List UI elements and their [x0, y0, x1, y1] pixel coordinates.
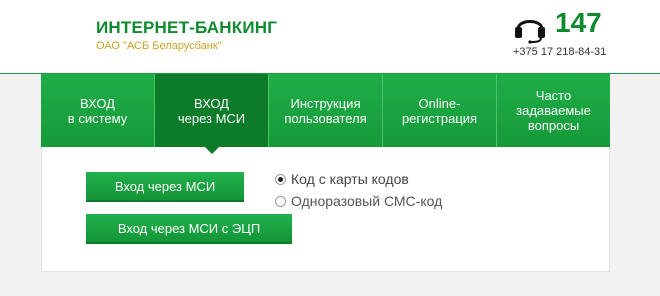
tab-label-line: Online- — [418, 95, 461, 111]
tab-label-line: пользователя — [284, 110, 367, 126]
main-tabs: ВХОД в систему ВХОД через МСИ Инструкция по… — [41, 74, 610, 154]
tab-label-line: в систему — [67, 110, 128, 126]
tab-login[interactable]: ВХОД в систему — [41, 74, 155, 147]
tab-label-line: регистрация — [401, 110, 478, 126]
auth-option-label: Одноразовый СМС-код — [291, 193, 443, 209]
tab-label-line: ВХОД — [80, 95, 115, 111]
auth-option-label: Код с карты кодов — [291, 171, 409, 187]
tab-label-line: ВХОД — [194, 95, 229, 111]
auth-option-sms[interactable]: Одноразовый СМС-код — [275, 193, 442, 209]
site-header: ИНТЕРНЕТ-БАНКИНГ ОАО "АСБ Беларусбанк" 1… — [0, 0, 660, 74]
tab-label-line: Инструкция — [290, 95, 361, 111]
short-phone-number: 147 — [555, 7, 602, 38]
tab-login-msi[interactable]: ВХОД через МСИ — [155, 74, 269, 154]
tab-faq[interactable]: Часто задаваемые вопросы — [497, 74, 610, 147]
tab-online-registration[interactable]: Online-регистрация — [383, 74, 497, 147]
brand-title[interactable]: ИНТЕРНЕТ-БАНКИНГ — [96, 18, 277, 38]
tab-label-line: задаваемые — [516, 103, 591, 118]
headset-icon — [515, 20, 545, 44]
login-msi-button[interactable]: Вход через МСИ — [86, 172, 244, 202]
radio-button[interactable] — [275, 173, 286, 185]
radio-button[interactable] — [275, 195, 286, 207]
tab-user-guide[interactable]: Инструкция пользователя — [269, 74, 383, 147]
login-msi-ecp-button[interactable]: Вход через МСИ с ЭЦП — [86, 214, 292, 244]
tab-label-line: вопросы — [527, 118, 580, 133]
tab-label-line: Часто — [535, 88, 572, 103]
brand-subtitle: ОАО "АСБ Беларусбанк" — [96, 40, 222, 52]
tab-label-line: через МСИ — [177, 110, 246, 126]
full-phone-number: +375 17 218-84-31 — [513, 46, 607, 58]
auth-option-code-card[interactable]: Код с карты кодов — [275, 171, 409, 187]
